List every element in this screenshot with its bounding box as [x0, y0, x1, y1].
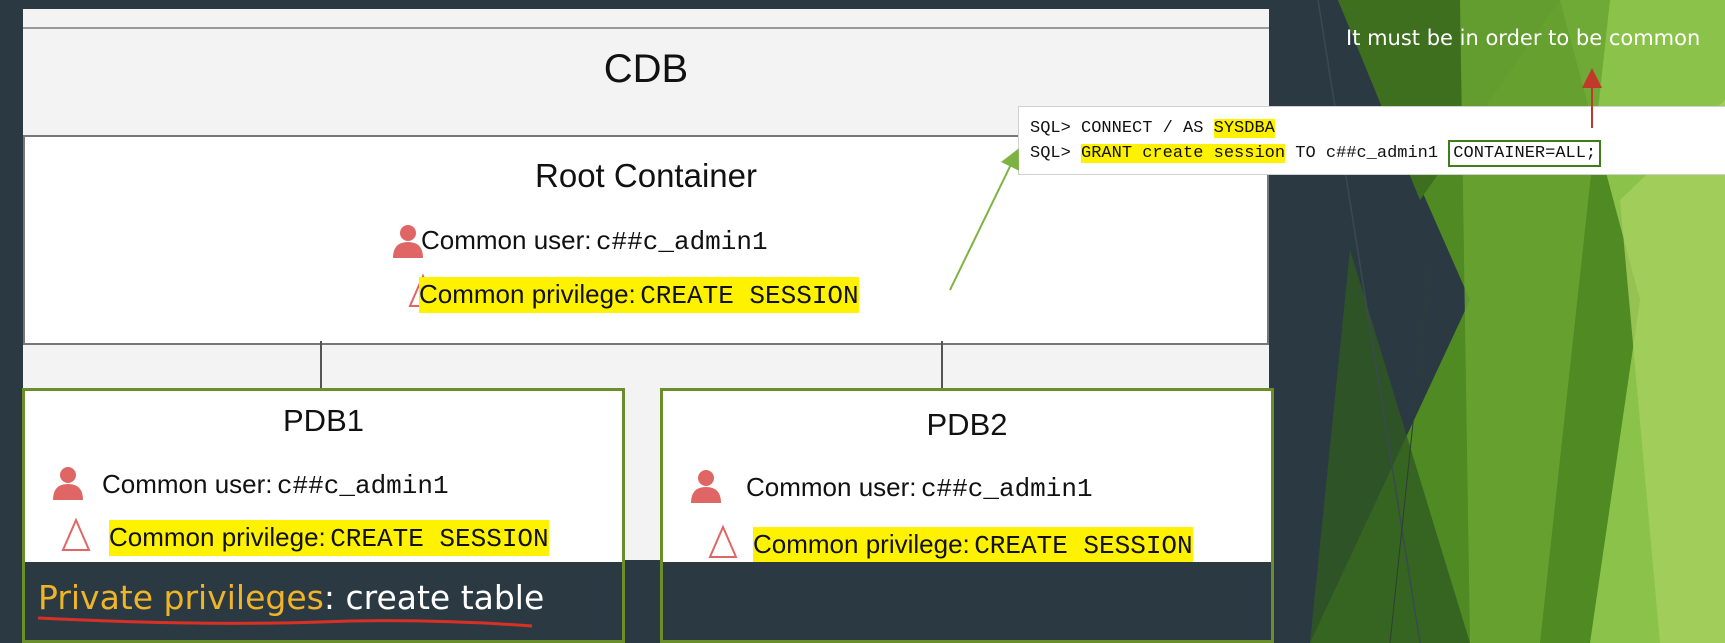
pdb2-priv-label: Common privilege: — [753, 529, 970, 559]
cdb-top-border — [23, 27, 1269, 29]
root-user-value: c##c_admin1 — [595, 227, 768, 257]
sql-line2-grant: GRANT create session — [1081, 144, 1286, 163]
private-privileges-caption: Private privileges: create table — [38, 578, 544, 617]
sql-code-box: SQL> CONNECT / AS SYSDBA SQL> GRANT crea… — [1018, 106, 1725, 175]
root-priv-label: Common privilege: — [419, 279, 636, 309]
root-common-user: Common user: c##c_admin1 — [421, 225, 768, 257]
pdb2-title: PDB2 — [926, 407, 1008, 442]
root-user-label: Common user: — [421, 225, 592, 255]
sql-line1-prompt: SQL> CONNECT / AS — [1030, 119, 1214, 138]
pdb2-user-value: c##c_admin1 — [920, 474, 1093, 504]
pdb2-dark-band — [663, 562, 1271, 640]
pdb1-priv-value: CREATE SESSION — [330, 524, 549, 554]
pdb1-common-privilege: Common privilege: CREATE SESSION — [109, 520, 549, 556]
pdb1-user-label: Common user: — [102, 469, 273, 499]
pdb1-priv-label: Common privilege: — [109, 522, 326, 552]
root-priv-value: CREATE SESSION — [640, 281, 859, 311]
pdb2-common-privilege: Common privilege: CREATE SESSION — [753, 527, 1193, 563]
pdb1-user-value: c##c_admin1 — [276, 471, 449, 501]
pdb1-common-user: Common user: c##c_admin1 — [102, 469, 449, 501]
sql-line2-rest: TO c##c_admin1 — [1285, 144, 1449, 163]
user-icon — [53, 467, 83, 500]
pdb2-user-label: Common user: — [746, 472, 917, 502]
private-privileges-value: create table — [334, 578, 545, 617]
connector-root-pdb2 — [941, 341, 943, 395]
sql-line2-prompt: SQL> — [1030, 144, 1082, 163]
pdb1-title: PDB1 — [283, 403, 364, 438]
pdb2-box: PDB2 Common user: c##c_admin1 Common pri… — [660, 388, 1274, 643]
cdb-title: CDB — [603, 47, 689, 91]
sql-container-all: CONTAINER=ALL; — [1448, 140, 1602, 167]
user-icon — [393, 225, 423, 258]
private-privileges-separator: : — [323, 578, 335, 617]
pdb2-common-user: Common user: c##c_admin1 — [746, 472, 1093, 504]
pdb2-priv-value: CREATE SESSION — [974, 531, 1193, 561]
privilege-triangle-icon — [61, 518, 91, 551]
private-privileges-label: Private privileges — [38, 578, 324, 617]
user-icon — [691, 470, 721, 503]
common-note: It must be in order to be common — [1346, 26, 1701, 50]
connector-root-pdb1 — [320, 341, 322, 395]
privilege-triangle-icon — [708, 525, 738, 558]
sql-line-2: SQL> GRANT create session TO c##c_admin1… — [1030, 140, 1602, 167]
sql-line-1: SQL> CONNECT / AS SYSDBA — [1030, 119, 1275, 138]
root-common-privilege: Common privilege: CREATE SESSION — [419, 277, 859, 313]
sql-line1-role: SYSDBA — [1213, 119, 1275, 138]
